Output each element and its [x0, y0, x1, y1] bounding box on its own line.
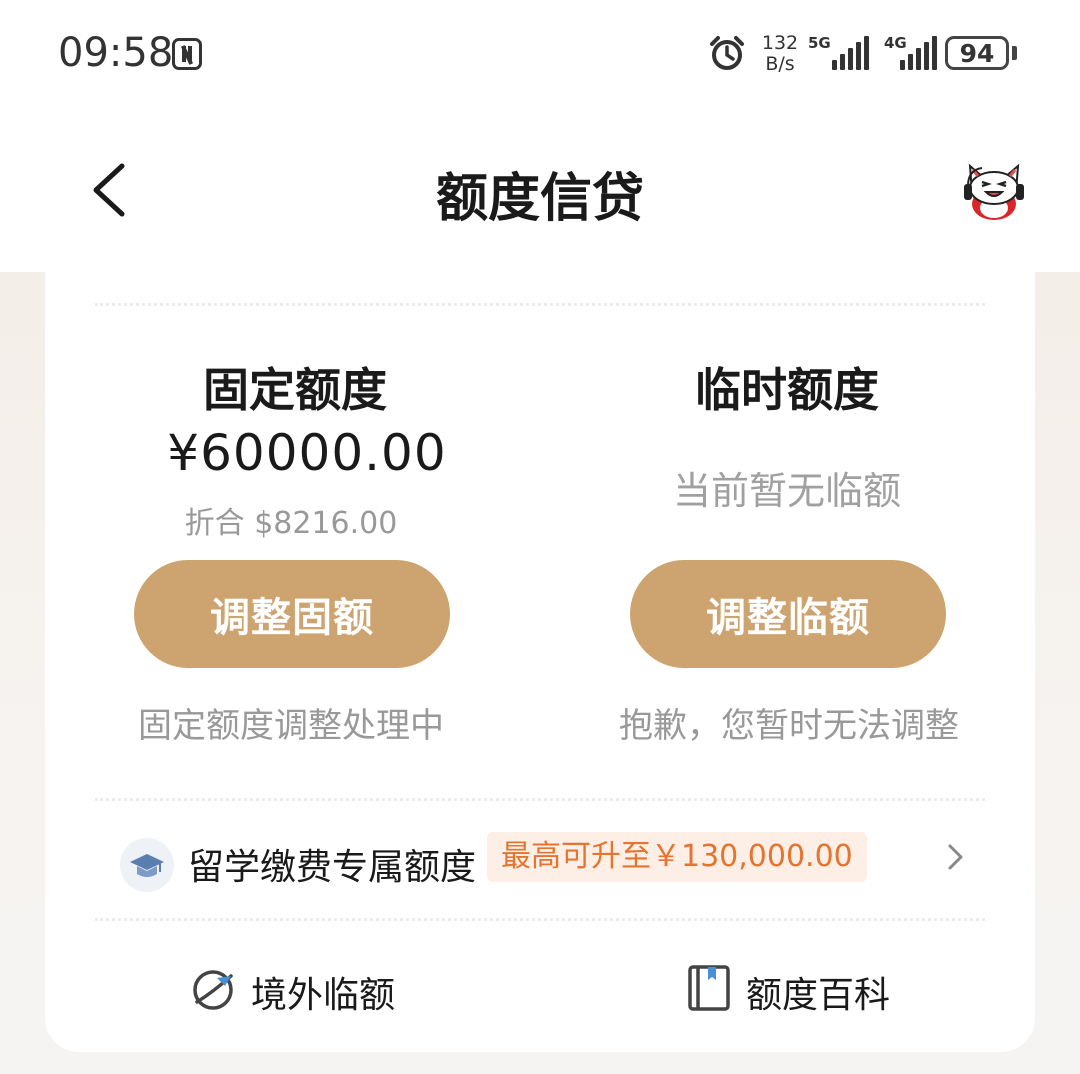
promo-badge: 最高可升至￥130,000.00 [487, 832, 867, 882]
overseas-credit-label: 境外临额 [251, 975, 396, 1016]
status-time: 09:58 [58, 30, 174, 76]
network-5g-label: 5G [808, 34, 831, 52]
status-bar: 09:58 132 B/s 5G 4G 94 [0, 0, 1080, 110]
credit-wiki-label: 额度百科 [746, 975, 891, 1016]
adjust-temp-button[interactable]: 调整临额 [630, 560, 946, 668]
signal-4g-icon [900, 36, 937, 70]
temp-credit-note: 抱歉，您暂时无法调整 [619, 706, 959, 746]
credit-wiki-link[interactable]: 额度百科 [686, 964, 946, 1020]
page-title: 额度信贷 [435, 169, 644, 229]
study-abroad-label: 留学缴费专属额度 [188, 847, 477, 888]
adjust-fixed-button[interactable]: 调整固额 [134, 560, 450, 668]
network-speed: 132 B/s [761, 32, 799, 75]
divider-middle [95, 798, 985, 801]
book-icon [688, 965, 730, 1011]
globe-plane-icon [193, 970, 233, 1010]
battery-icon: 94 [945, 36, 1009, 70]
signal-5g-icon [832, 36, 869, 70]
header: 额度信贷 [0, 110, 1080, 272]
fixed-credit-converted: 折合 $8216.00 [184, 506, 398, 541]
credit-card-panel: 固定额度 ¥60000.00 折合 $8216.00 调整固额 固定额度调整处理… [45, 272, 1035, 1052]
temp-credit-status: 当前暂无临额 [672, 469, 901, 513]
overseas-credit-link[interactable]: 境外临额 [191, 964, 451, 1020]
battery-tip [1012, 46, 1017, 60]
graduation-cap-icon [120, 838, 174, 892]
divider-top [95, 303, 985, 306]
divider-bottom [95, 918, 985, 921]
alarm-icon [710, 36, 744, 70]
fixed-credit-amount: ¥60000.00 [167, 424, 447, 482]
mascot-service-icon[interactable] [956, 156, 1032, 226]
temp-credit-title: 临时额度 [695, 363, 879, 417]
chevron-right-icon [948, 844, 963, 870]
nfc-icon [172, 38, 202, 70]
fixed-credit-note: 固定额度调整处理中 [138, 706, 444, 746]
fixed-credit-title: 固定额度 [203, 363, 387, 417]
study-abroad-row[interactable]: 留学缴费专属额度 最高可升至￥130,000.00 [120, 832, 980, 900]
